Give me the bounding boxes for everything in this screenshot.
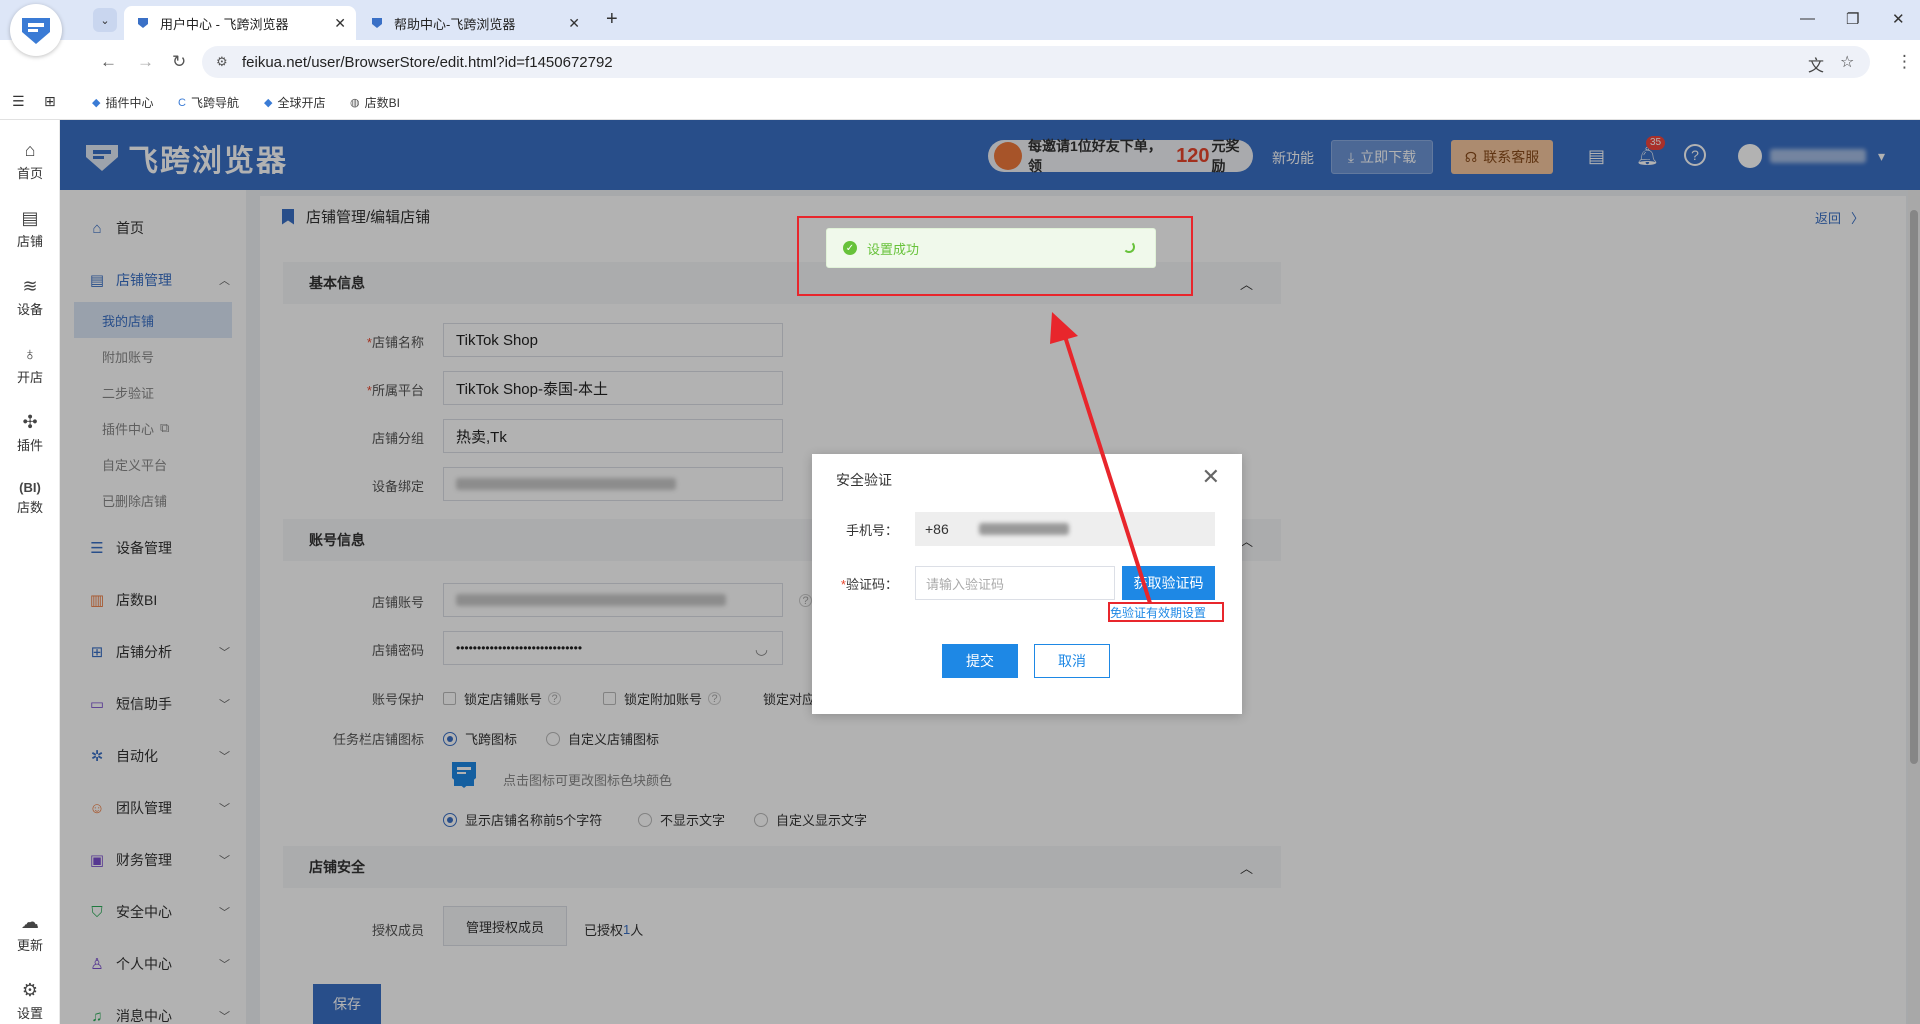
arrow-shaft xyxy=(1060,326,1152,604)
browser-logo-icon xyxy=(10,4,62,56)
arrow-head xyxy=(1050,312,1078,344)
annotation-arrow xyxy=(1050,312,1152,604)
